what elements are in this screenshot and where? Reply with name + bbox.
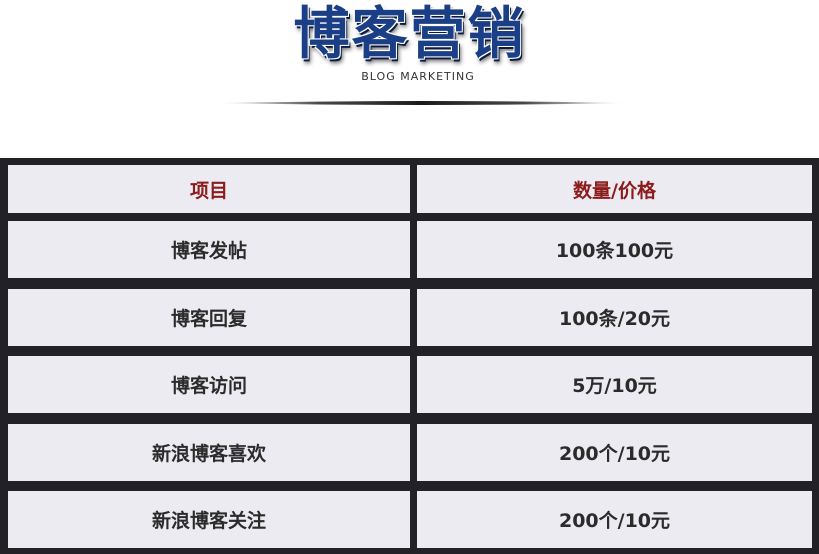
table-header-price: 数量/价格 [417,165,812,213]
price-table: 项目 数量/价格 博客发帖 100条100元 博客回复 100条/20元 博客访… [0,158,819,554]
table-row-price: 200个/10元 [417,491,812,548]
table-row-item: 博客发帖 [8,221,410,278]
table-row-item: 博客访问 [8,356,410,413]
page-header: 博客营销 BLOG MARKETING [0,0,819,150]
table-row-price: 5万/10元 [417,356,812,413]
table-header-item: 项目 [8,165,410,213]
table-row-item: 新浪博客关注 [8,491,410,548]
table-row-price: 100条100元 [417,221,812,278]
table-row-item: 博客回复 [8,289,410,346]
table-row-price: 100条/20元 [417,289,812,346]
title-divider [218,100,626,106]
page-subtitle: BLOG MARKETING [361,70,475,83]
table-row-item: 新浪博客喜欢 [8,424,410,481]
page-title: 博客营销 [293,2,526,67]
table-row-price: 200个/10元 [417,424,812,481]
